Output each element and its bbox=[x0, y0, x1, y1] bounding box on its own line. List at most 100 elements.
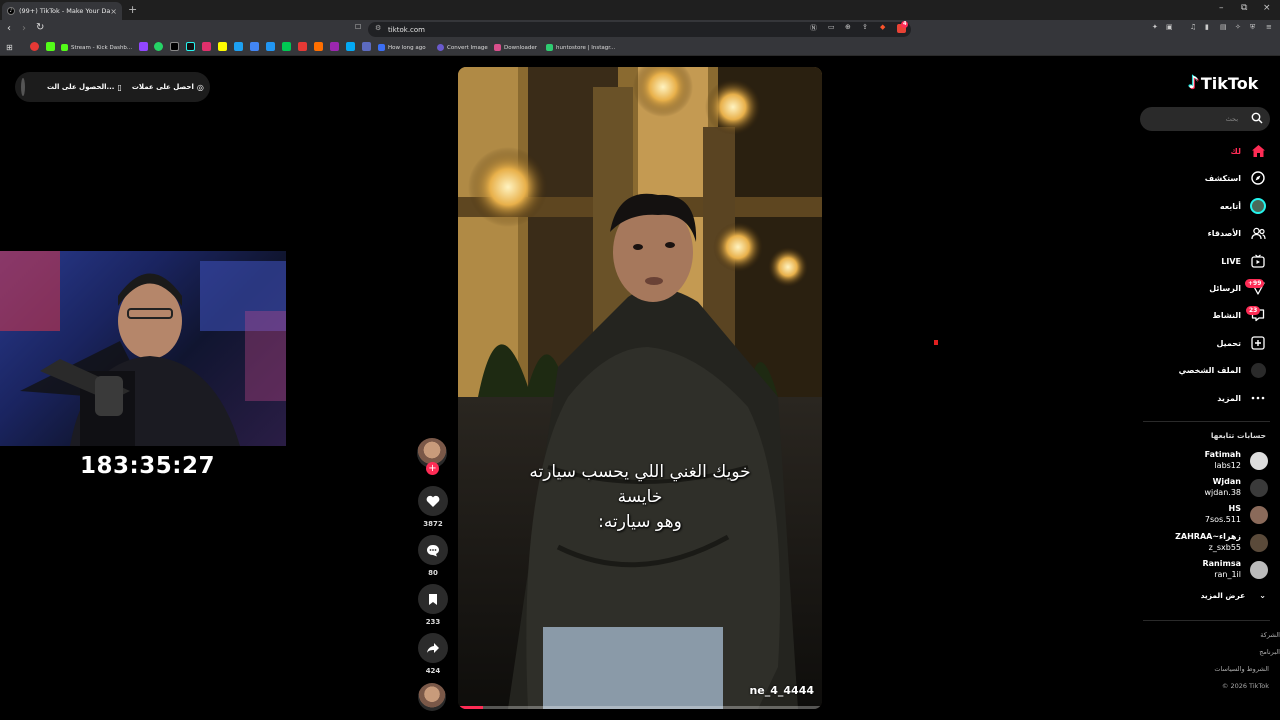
nav-following[interactable]: أتابعه bbox=[1140, 196, 1270, 216]
bookmark-item[interactable]: huntostore | Instagr... bbox=[546, 42, 615, 53]
nav-upload[interactable]: تحميل bbox=[1140, 333, 1270, 353]
nav-live[interactable]: LIVE bbox=[1140, 251, 1270, 271]
convert-icon bbox=[437, 44, 444, 51]
brave-shield-icon[interactable]: ◆ bbox=[880, 23, 885, 31]
following-account[interactable]: Ranimsa ran_1il bbox=[1150, 558, 1268, 582]
bookmark-label: Downloader bbox=[504, 44, 537, 51]
get-coins-link[interactable]: احصل على عملات ◎ bbox=[132, 83, 204, 92]
save-button[interactable] bbox=[418, 584, 448, 614]
nav-label: الملف الشخصي bbox=[1178, 365, 1241, 375]
avatar bbox=[1250, 534, 1268, 552]
nav-friends[interactable]: الأصدقاء bbox=[1140, 223, 1270, 243]
following-account[interactable]: HS 7sos.511 bbox=[1150, 503, 1268, 527]
snapchat-bookmark-icon[interactable] bbox=[218, 42, 227, 51]
caption-line: خايسة bbox=[617, 487, 663, 507]
account-names: Wjdan wjdan.38 bbox=[1204, 476, 1241, 498]
instagram-bookmark-icon[interactable] bbox=[202, 42, 211, 51]
sound-disc-avatar[interactable] bbox=[418, 683, 446, 711]
music-icon[interactable]: ♫ bbox=[1190, 23, 1196, 31]
bookmark-icon[interactable] bbox=[298, 42, 307, 51]
apps-grid-icon[interactable]: ⊞ bbox=[6, 42, 13, 53]
kick-bookmark-icon[interactable] bbox=[46, 42, 55, 51]
bookmark-item[interactable]: Convert Image bbox=[437, 42, 488, 53]
back-icon[interactable]: ‹ bbox=[7, 23, 11, 34]
tiktok-bookmark-icon[interactable] bbox=[186, 42, 195, 51]
bookmark-item[interactable]: Stream - Kick Dashb... bbox=[61, 42, 132, 53]
footer-program-link[interactable]: البرنامج bbox=[1150, 648, 1280, 656]
friends-icon bbox=[1250, 225, 1266, 241]
translate-icon[interactable]: Ⓝ bbox=[810, 23, 817, 33]
see-more-button[interactable]: عرض المزيد ⌄ bbox=[1150, 591, 1266, 600]
extensions-icon[interactable]: ✦ bbox=[1152, 23, 1158, 31]
nav-profile[interactable]: الملف الشخصي bbox=[1140, 360, 1270, 380]
nav-label: LIVE bbox=[1221, 256, 1241, 266]
sidebar-toggle-icon[interactable]: ▮ bbox=[1205, 23, 1209, 31]
new-tab-button[interactable]: + bbox=[128, 3, 137, 17]
cast-icon[interactable]: ▭ bbox=[828, 23, 835, 31]
bookmark-label: Stream - Kick Dashb... bbox=[71, 44, 133, 51]
bookmark-icon[interactable] bbox=[234, 42, 243, 51]
search-icon[interactable] bbox=[1251, 112, 1263, 124]
get-app-link[interactable]: الحصول على الت... ▯ bbox=[47, 83, 122, 92]
follow-plus-icon[interactable]: + bbox=[426, 462, 439, 475]
bookmark-icon[interactable] bbox=[250, 42, 259, 51]
bookmark-icon[interactable] bbox=[266, 42, 275, 51]
whatsapp-bookmark-icon[interactable] bbox=[154, 42, 163, 51]
account-username: 7sos.511 bbox=[1204, 515, 1241, 524]
account-names: HS 7sos.511 bbox=[1205, 503, 1241, 525]
nav-for-you[interactable]: لك bbox=[1140, 141, 1270, 161]
twitch-bookmark-icon[interactable] bbox=[139, 42, 148, 51]
reload-icon[interactable]: ↻ bbox=[36, 22, 44, 33]
comment-button[interactable] bbox=[418, 535, 448, 565]
vpn-icon[interactable]: ⛨ bbox=[1250, 23, 1255, 32]
browser-tab[interactable]: ♪ (99+) TikTok - Make Your Day × bbox=[2, 2, 122, 20]
menu-icon[interactable]: ≡ bbox=[1266, 23, 1272, 31]
bookmark-icon[interactable] bbox=[282, 42, 291, 51]
following-account[interactable]: Fatimah labs12 bbox=[1150, 449, 1268, 473]
avatar bbox=[1250, 506, 1268, 524]
zoom-icon[interactable]: ⊕ bbox=[845, 23, 851, 31]
bookmark-item[interactable]: How long ago bbox=[378, 42, 426, 53]
screenshot-icon[interactable]: ▣ bbox=[1166, 23, 1173, 31]
bookmark-star-icon[interactable]: ☐ bbox=[355, 23, 361, 31]
account-username: z_sxb55 bbox=[1208, 543, 1241, 552]
forward-icon[interactable]: › bbox=[22, 23, 26, 34]
nav-label: استكشف bbox=[1204, 173, 1241, 183]
tiktok-logo[interactable]: ♪ TikTok bbox=[1188, 73, 1258, 93]
browser-tab-bar: ♪ (99+) TikTok - Make Your Day × + – ⧉ × bbox=[0, 0, 1280, 20]
divider bbox=[1143, 620, 1270, 621]
nav-more[interactable]: المزيد bbox=[1140, 388, 1270, 408]
maximize-button[interactable]: ⧉ bbox=[1241, 3, 1247, 13]
minimize-button[interactable]: – bbox=[1219, 3, 1224, 13]
bookmark-icon[interactable] bbox=[330, 42, 339, 51]
account-username: labs12 bbox=[1214, 461, 1241, 470]
share-icon[interactable]: ⇪ bbox=[862, 23, 868, 31]
youtube-bookmark-icon[interactable] bbox=[30, 42, 39, 51]
tab-close-icon[interactable]: × bbox=[110, 7, 117, 16]
bookmark-icon[interactable] bbox=[362, 42, 371, 51]
video-caption: خويك الغني اللي يحسب سيارته خايسة وهو سي… bbox=[458, 460, 822, 535]
bookmark-icon[interactable] bbox=[314, 42, 323, 51]
footer-terms-link[interactable]: الشروط والسياسات bbox=[1139, 665, 1269, 673]
footer-copyright: © 2026 TikTok bbox=[1221, 682, 1269, 690]
home-icon bbox=[1250, 143, 1266, 159]
following-account[interactable]: Wjdan wjdan.38 bbox=[1150, 476, 1268, 500]
like-count: 3872 bbox=[423, 520, 443, 528]
like-button[interactable] bbox=[418, 486, 448, 516]
nav-explore[interactable]: استكشف bbox=[1140, 168, 1270, 188]
avatar[interactable] bbox=[21, 78, 25, 96]
footer-company-link[interactable]: الشركة bbox=[1150, 631, 1280, 639]
bookmark-item[interactable]: Downloader bbox=[494, 42, 537, 53]
bookmark-label: huntostore | Instagr... bbox=[556, 44, 616, 51]
following-account[interactable]: ZAHRAA~زهراء z_sxb55 bbox=[1150, 531, 1268, 555]
leo-ai-icon[interactable]: ✧ bbox=[1235, 23, 1241, 31]
bookmark-icon[interactable] bbox=[346, 42, 355, 51]
wallet-icon[interactable]: ▤ bbox=[1220, 23, 1227, 31]
share-button[interactable] bbox=[418, 633, 448, 663]
video-progress-bar[interactable] bbox=[458, 706, 822, 709]
account-name: ZAHRAA~زهراء bbox=[1175, 532, 1241, 541]
close-window-button[interactable]: × bbox=[1263, 3, 1271, 13]
site-info-icon[interactable]: ⚙ bbox=[375, 24, 381, 32]
x-bookmark-icon[interactable] bbox=[170, 42, 179, 51]
video-player[interactable]: خويك الغني اللي يحسب سيارته خايسة وهو سي… bbox=[458, 67, 822, 709]
